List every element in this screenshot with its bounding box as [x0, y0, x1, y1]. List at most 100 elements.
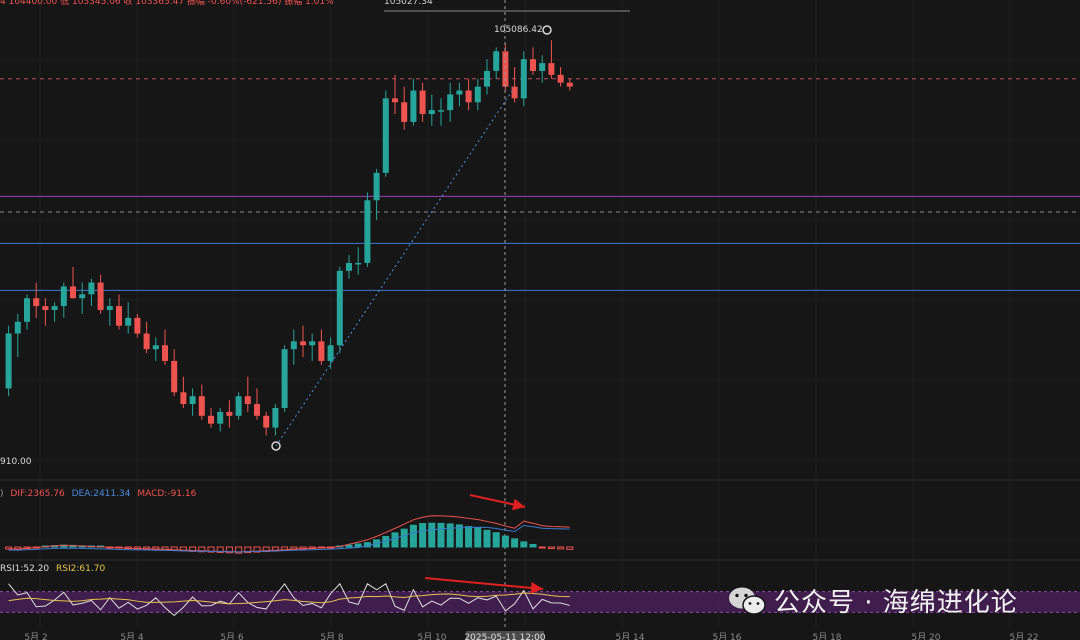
candle-body	[198, 396, 205, 416]
macd-histogram-bar	[428, 522, 436, 548]
macd-histogram-bar	[483, 529, 491, 548]
time-tick-label: 5月 2	[24, 632, 47, 640]
candle-body	[70, 286, 76, 299]
macd-histogram-bar	[520, 541, 528, 548]
time-tick-label: 5月 18	[812, 632, 841, 640]
candle-body	[309, 341, 316, 346]
horizontal-levels	[0, 10, 1080, 291]
time-axis: 5月 2 5月 4 5月 6 5月 8 5月 10 5月 14 5月 16 5月 18 5月 2…	[24, 631, 1039, 640]
time-tick-label: 5月 10	[417, 632, 446, 640]
candle-body	[290, 341, 297, 350]
time-tick-label: 5月 14	[615, 632, 644, 640]
candle-body	[152, 345, 159, 350]
candle-body	[116, 306, 122, 326]
candle-body	[42, 306, 49, 310]
macd-histogram-bar	[465, 526, 473, 548]
candle-body	[88, 282, 95, 295]
macd-legend-prefix: )	[0, 489, 4, 499]
candle-body	[318, 341, 325, 361]
dif-value: DIF:2365.76	[10, 489, 65, 499]
macd-value: MACD:-91.16	[137, 489, 197, 499]
candle-body	[189, 396, 196, 405]
grid	[0, 0, 1080, 628]
candle-body	[180, 392, 187, 405]
time-tick-label: 5月 8	[320, 632, 344, 640]
candle-body	[428, 110, 435, 115]
watermark-text: 公众号 · 海绵进化论	[774, 588, 1018, 618]
candle-body	[106, 306, 113, 310]
macd-histogram-bar	[557, 546, 565, 550]
candle-body	[125, 317, 132, 326]
high-price-label: 105086.42	[494, 25, 543, 35]
chart-stage: 5月 2 5月 4 5月 6 5月 8 5月 10 5月 14 5月 16 5月 18 5月 2…	[0, 0, 1080, 640]
candle-body	[419, 90, 426, 115]
candle-body	[447, 94, 454, 111]
rsi-legend: RSI1:52.20 RSI2:61.70	[0, 564, 105, 575]
macd-panel	[5, 515, 574, 554]
candle-body	[60, 286, 67, 307]
candle-body	[24, 298, 30, 322]
low-price-label: 910.00	[0, 457, 32, 467]
trend-line	[275, 87, 515, 447]
dea-value: DEA:2411.34	[71, 489, 131, 499]
macd-histogram-bar	[391, 532, 399, 548]
time-tick-label: 5月 6	[220, 632, 244, 640]
macd-histogram-bar	[501, 535, 509, 548]
candle-body	[511, 86, 518, 99]
macd-histogram-bar	[345, 544, 353, 548]
crosshair-time-label: 2025-05-11 12:00	[464, 633, 545, 640]
candle-body	[235, 396, 242, 416]
wechat-icon	[729, 587, 766, 615]
candle-body	[456, 90, 463, 95]
macd-histogram-bar	[409, 524, 417, 548]
candle-body	[143, 333, 150, 350]
candle-body	[364, 200, 371, 263]
macd-histogram-bar	[400, 528, 408, 548]
macd-histogram-bar	[446, 523, 454, 548]
high-marker	[542, 25, 552, 35]
candle-body	[162, 345, 168, 361]
candle-body	[530, 59, 536, 71]
candle-body	[208, 415, 214, 424]
candle-body	[373, 172, 380, 201]
candle-body	[134, 317, 141, 334]
candle-body	[484, 70, 490, 87]
macd-histogram-bar	[474, 527, 482, 548]
macd-histogram-bar	[566, 546, 574, 550]
candle-body	[171, 360, 178, 393]
candle-body	[281, 349, 288, 408]
candle-body	[51, 306, 58, 310]
time-tick-label: 5月 20	[911, 632, 940, 640]
top-price-label: 105027.34	[384, 0, 433, 7]
candle-body	[5, 333, 12, 389]
candle-body	[465, 90, 472, 103]
ohlc-readout: 4 104400.00 低 103345.06 收 103365.47 振幅 -…	[0, 0, 334, 7]
macd-histogram-bar	[419, 523, 427, 548]
rsi1-value: RSI1:52.20	[0, 564, 50, 574]
macd-histogram-bar	[492, 532, 500, 548]
macd-divergence-arrow	[469, 494, 526, 511]
candle-body	[355, 262, 362, 265]
candle-body	[272, 407, 279, 428]
time-tick-label: 5月 4	[120, 632, 144, 640]
macd-legend: ) DIF:2365.76 DEA:2411.34 MACD:-91.16	[0, 489, 196, 500]
candle-body	[97, 282, 104, 310]
candle-body	[410, 90, 417, 122]
watermark: 公众号 · 海绵进化论	[728, 582, 1018, 619]
candle-body	[520, 59, 527, 99]
candle-body	[438, 110, 444, 112]
candle-body	[79, 294, 86, 299]
candle-body	[244, 396, 251, 405]
macd-histogram-bar	[538, 546, 546, 549]
macd-histogram-bar	[529, 543, 537, 548]
candlestick-chart[interactable]: 5月 2 5月 4 5月 6 5月 8 5月 10 5月 14 5月 16 5月 18 5月 2…	[0, 0, 1080, 640]
candle-body	[263, 415, 270, 428]
candles	[5, 40, 573, 436]
time-tick-label: 5月 16	[712, 632, 741, 640]
candle-body	[539, 63, 546, 71]
candle-body	[548, 63, 555, 75]
candle-body	[401, 102, 408, 122]
rsi2-value: RSI2:61.70	[56, 564, 106, 574]
candle-body	[226, 411, 233, 416]
candle-body	[557, 74, 564, 83]
